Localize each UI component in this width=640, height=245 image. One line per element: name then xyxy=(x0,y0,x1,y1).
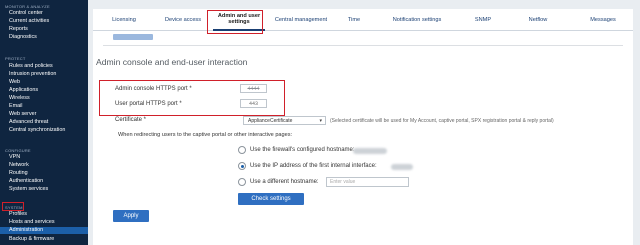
tab-netflow[interactable]: Netflow xyxy=(503,9,573,31)
admin-port-label: Admin console HTTPS port * xyxy=(115,86,192,92)
sidebar-heading-system: SYSTEM xyxy=(5,205,23,210)
sidebar-item-rules-and-policies[interactable]: Rules and policies xyxy=(0,63,88,70)
chevron-down-icon: ▾ xyxy=(319,118,322,124)
sidebar-item-advanced-threat[interactable]: Advanced threat xyxy=(0,119,88,126)
truncated-button[interactable] xyxy=(113,34,153,40)
sidebar-item-current-activities[interactable]: Current activities xyxy=(0,18,88,25)
radio-different-hostname-label: Use a different hostname: xyxy=(250,179,319,185)
section-divider xyxy=(103,45,623,46)
section-title: Admin console and end-user interaction xyxy=(96,57,248,67)
apply-button[interactable]: Apply xyxy=(113,210,149,222)
user-port-input[interactable]: 443 xyxy=(240,99,267,108)
tab-snmp[interactable]: SNMP xyxy=(463,9,503,31)
tab-notification-settings[interactable]: Notification settings xyxy=(371,9,463,31)
sidebar-item-routing[interactable]: Routing xyxy=(0,170,88,177)
tab-messages[interactable]: Messages xyxy=(573,9,633,31)
sidebar-item-email[interactable]: Email xyxy=(0,103,88,110)
certificate-note: (Selected certificate will be used for M… xyxy=(330,118,554,124)
tab-admin-user-settings[interactable]: Admin and user settings xyxy=(213,9,265,31)
radio-firewall-hostname[interactable] xyxy=(238,146,246,154)
radio-internal-ip-label: Use the IP address of the first internal… xyxy=(250,163,377,169)
sidebar-item-wireless[interactable]: Wireless xyxy=(0,95,88,102)
sidebar-item-backup-firmware[interactable]: Backup & firmware xyxy=(0,236,88,243)
sidebar-heading-monitor: MONITOR & ANALYZE xyxy=(5,4,50,9)
sidebar-item-profiles[interactable]: Profiles xyxy=(0,211,88,218)
admin-port-input[interactable]: 4444 xyxy=(240,84,267,93)
radio-different-hostname[interactable] xyxy=(238,178,246,186)
certificate-label: Certificate * xyxy=(115,117,147,123)
sidebar-item-hosts-and-services[interactable]: Hosts and services xyxy=(0,219,88,226)
settings-panel: Admin console and end-user interaction A… xyxy=(93,31,633,245)
redacted-hostname xyxy=(353,148,387,154)
sidebar-item-central-synchronization[interactable]: Central synchronization xyxy=(0,127,88,134)
hostname-input[interactable]: Enter value xyxy=(326,177,409,187)
sidebar-heading-protect: PROTECT xyxy=(5,56,26,61)
sidebar-item-authentication[interactable]: Authentication xyxy=(0,178,88,185)
check-settings-button[interactable]: Check settings xyxy=(238,193,304,205)
sidebar-item-administration[interactable]: Administration xyxy=(0,227,88,234)
certificate-value: ApplianceCertificate xyxy=(248,117,293,124)
sidebar-item-control-center[interactable]: Control center xyxy=(0,10,88,17)
tab-device-access[interactable]: Device access xyxy=(155,9,211,31)
sidebar-heading-configure: CONFIGURE xyxy=(5,148,31,153)
sidebar-item-diagnostics[interactable]: Diagnostics xyxy=(0,34,88,41)
tab-licensing[interactable]: Licensing xyxy=(93,9,155,31)
user-port-label: User portal HTTPS port * xyxy=(115,101,182,107)
certificate-select[interactable]: ApplianceCertificate ▾ xyxy=(243,116,326,125)
radio-internal-ip[interactable] xyxy=(238,162,246,170)
sidebar-item-applications[interactable]: Applications xyxy=(0,87,88,94)
tab-central-management[interactable]: Central management xyxy=(265,9,337,31)
sidebar: MONITOR & ANALYZE Control center Current… xyxy=(0,0,88,245)
tab-bar: Licensing Device access Admin and user s… xyxy=(93,9,633,31)
tab-time[interactable]: Time xyxy=(337,9,371,31)
sidebar-item-web-server[interactable]: Web server xyxy=(0,111,88,118)
radio-firewall-hostname-label: Use the firewall's configured hostname: xyxy=(250,147,355,153)
sidebar-item-system-services[interactable]: System services xyxy=(0,186,88,193)
redirect-instructions: When redirecting users to the captive po… xyxy=(118,132,293,138)
main-content: Licensing Device access Admin and user s… xyxy=(88,0,640,245)
sidebar-item-intrusion-prevention[interactable]: Intrusion prevention xyxy=(0,71,88,78)
sidebar-item-network[interactable]: Network xyxy=(0,162,88,169)
sidebar-item-reports[interactable]: Reports xyxy=(0,26,88,33)
sidebar-item-vpn[interactable]: VPN xyxy=(0,154,88,161)
redacted-ip xyxy=(391,164,413,170)
sidebar-item-web[interactable]: Web xyxy=(0,79,88,86)
